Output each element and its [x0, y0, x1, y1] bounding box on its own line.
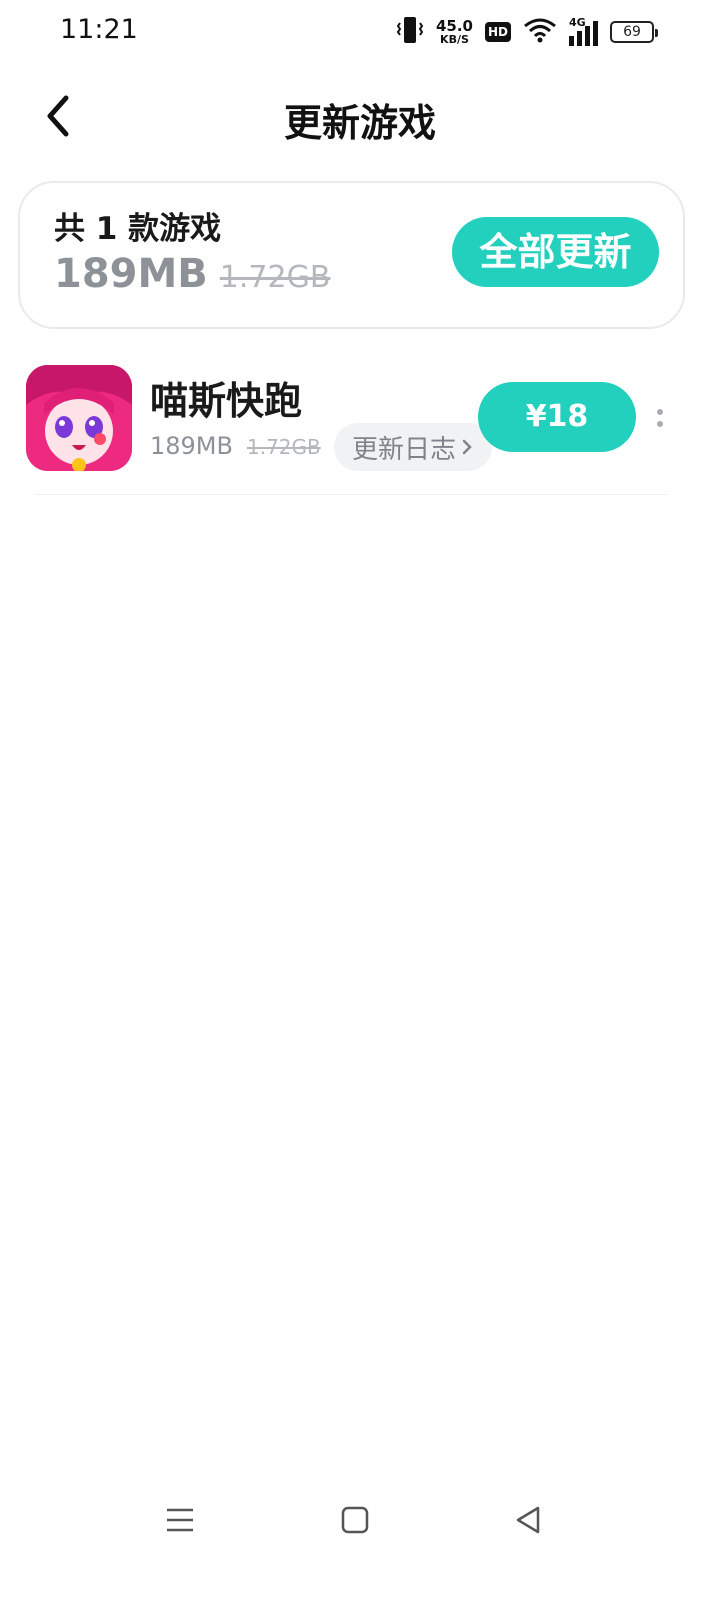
total-size: 189MB 1.72GB	[54, 251, 330, 297]
home-square-icon[interactable]	[325, 1490, 385, 1550]
changelog-button[interactable]: 更新日志	[334, 423, 492, 471]
update-all-button[interactable]: 全部更新	[452, 217, 659, 287]
game-size: 189MB 1.72GB	[150, 432, 321, 460]
total-size-old: 1.72GB	[219, 260, 331, 295]
status-icons: 45.0 KB/S HD 4G 69	[396, 14, 658, 50]
changelog-label: 更新日志	[351, 434, 456, 465]
page-title: 更新游戏	[283, 101, 436, 145]
game-name: 喵斯快跑	[150, 379, 303, 423]
total-size-new: 189MB	[54, 251, 208, 297]
update-summary-card: 共 1 款游戏 189MB 1.72GB 全部更新	[18, 181, 685, 329]
status-time: 11:21	[60, 14, 138, 45]
net-speed: 45.0 KB/S	[435, 17, 473, 46]
net-speed-unit: KB/S	[440, 33, 469, 46]
wifi-icon	[523, 16, 557, 48]
buy-update-button[interactable]: ¥18	[478, 382, 636, 452]
menu-icon[interactable]	[150, 1490, 210, 1550]
system-nav-bar	[0, 1490, 720, 1550]
network-type-label: 4G	[569, 16, 586, 29]
game-size-new: 189MB	[150, 432, 233, 460]
list-item[interactable]: 喵斯快跑 189MB 1.72GB 更新日志 ¥18	[0, 350, 720, 496]
chevron-right-icon	[462, 439, 472, 455]
divider	[34, 494, 668, 495]
back-triangle-icon[interactable]	[498, 1490, 558, 1550]
signal-icon: 4G	[569, 16, 598, 46]
game-count-text: 共 1 款游戏	[54, 211, 222, 247]
hd-badge: HD	[484, 22, 511, 42]
game-size-old: 1.72GB	[246, 435, 321, 459]
game-avatar-icon[interactable]	[26, 365, 132, 471]
battery-level: 69	[623, 24, 641, 40]
net-speed-value: 45.0	[435, 17, 473, 35]
more-icon[interactable]	[648, 398, 672, 438]
status-bar: 11:21 45.0 KB/S HD 4G 69	[0, 0, 720, 64]
vibrate-icon	[396, 15, 424, 49]
battery-icon: 69	[610, 21, 658, 43]
